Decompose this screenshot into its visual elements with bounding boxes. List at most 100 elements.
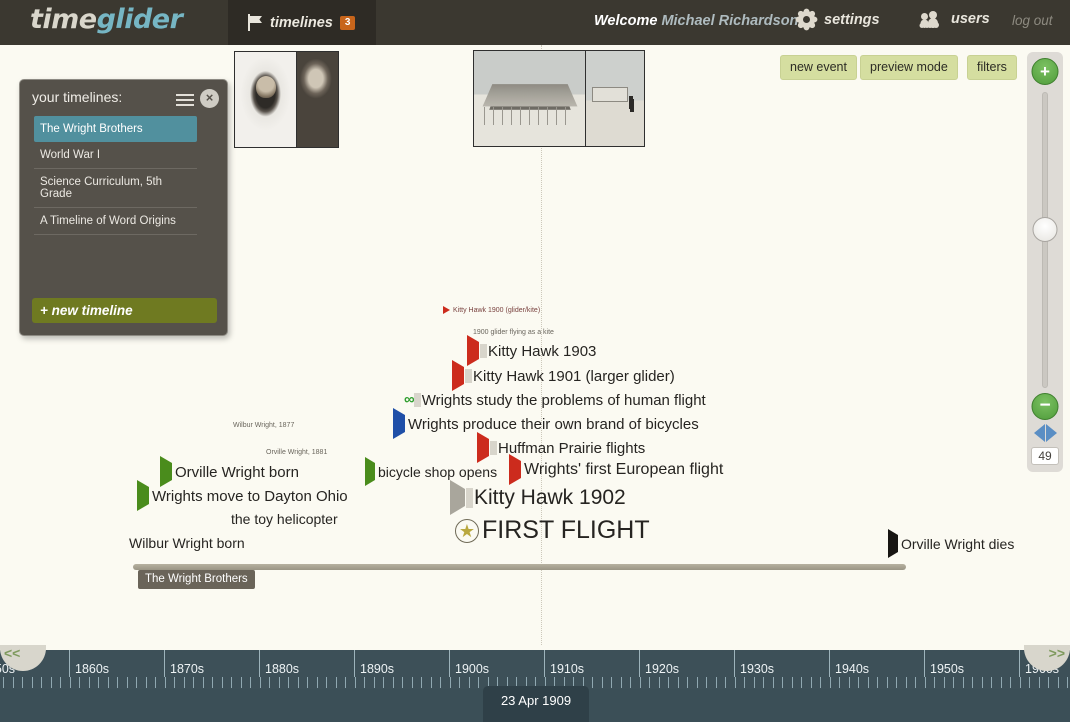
ruler-tick [136, 677, 137, 688]
nav-settings[interactable]: settings [798, 11, 880, 28]
timeline-event[interactable]: Kitty Hawk 1902 [450, 480, 626, 515]
timeline-event-label: Kitty Hawk 1903 [488, 342, 597, 360]
ruler-tick [754, 677, 755, 688]
ruler-tick [716, 677, 717, 688]
nav-users-label: users [951, 11, 990, 27]
close-icon[interactable]: × [200, 89, 219, 108]
ruler-tick [421, 677, 422, 688]
event-image-group-wright-portraits[interactable] [234, 51, 339, 148]
timeline-event[interactable]: ∞ Wrights study the problems of human fli… [404, 391, 706, 409]
ruler-tick [782, 677, 783, 688]
ruler-tick [640, 677, 641, 688]
timeline-event[interactable]: Wilbur Wright born [126, 535, 245, 551]
ruler-tick [108, 677, 109, 688]
app-logo[interactable]: timeglider [30, 4, 183, 35]
timeline-list-item[interactable]: Science Curriculum, 5th Grade [34, 169, 197, 208]
ruler-tick [982, 677, 983, 688]
ruler-tick [944, 677, 945, 688]
hamburger-menu-icon[interactable] [176, 94, 194, 106]
ruler-tick [345, 677, 346, 688]
ruler-tick [991, 677, 992, 688]
timeline-event[interactable]: Kitty Hawk 1901 (larger glider) [452, 360, 675, 391]
current-date-marker[interactable]: 23 Apr 1909 [483, 686, 589, 722]
timelines-list: The Wright Brothers World War I Science Cu… [34, 116, 197, 235]
zoom-slider-handle[interactable] [1032, 217, 1058, 242]
timeline-event[interactable]: the toy helicopter [228, 511, 338, 527]
ruler-tick [222, 677, 223, 688]
triangle-marker-icon [509, 454, 521, 485]
timeline-event[interactable]: Kitty Hawk 1903 [467, 335, 597, 366]
gear-icon [798, 11, 815, 28]
next-page-arrow[interactable]: >> [1049, 645, 1065, 661]
filters-button[interactable]: filters [967, 55, 1017, 80]
ruler-tick [89, 677, 90, 688]
ruler-tick [735, 677, 736, 688]
ruler-tick [127, 677, 128, 688]
timeline-event[interactable]: Wrights produce their own brand of bicyc… [393, 408, 699, 439]
ruler-tick [934, 677, 935, 688]
ruler-tick [763, 677, 764, 688]
ruler-tick [412, 677, 413, 688]
timeline-span-label[interactable]: The Wright Brothers [138, 570, 255, 589]
timeline-list-item[interactable]: A Timeline of Word Origins [34, 208, 197, 235]
ruler-tick [915, 677, 916, 688]
image-caption: Wilbur Wright, 1877 [233, 422, 295, 429]
timeline-list-item[interactable]: World War I [34, 142, 197, 169]
timeline-event-label: Wrights study the problems of human flig… [421, 391, 706, 409]
ruler-tick [184, 677, 185, 688]
ruler-tick [469, 677, 470, 688]
ruler-tick [450, 677, 451, 688]
ruler-tick [355, 677, 356, 688]
pan-left-icon[interactable] [1033, 424, 1045, 442]
ruler-decade-label: 1950s [924, 650, 964, 677]
ruler-tick [41, 677, 42, 688]
pan-right-icon[interactable] [1045, 424, 1057, 442]
ruler-tick [79, 677, 80, 688]
zoom-out-button[interactable]: − [1031, 393, 1059, 420]
timeline-event[interactable]: Orville Wright born [160, 456, 299, 487]
zoom-in-button[interactable]: + [1031, 58, 1059, 85]
timeline-event[interactable]: Wrights move to Dayton Ohio [137, 480, 348, 511]
timeline-event-small[interactable]: Kitty Hawk 1900 (glider/kite) [443, 306, 540, 314]
new-timeline-button[interactable]: + new timeline [32, 298, 217, 323]
ruler-tick [972, 677, 973, 688]
ruler-tick [478, 677, 479, 688]
triangle-marker-icon [160, 456, 172, 487]
ruler-tick [1029, 677, 1030, 688]
ruler-decade-label: 1880s [259, 650, 299, 677]
event-image-group-gliders[interactable] [473, 50, 645, 147]
logo-time: time [30, 4, 97, 35]
preview-mode-button[interactable]: preview mode [860, 55, 958, 80]
ruler-tick [203, 677, 204, 688]
timeline-event[interactable]: Huffman Prairie flights [477, 432, 645, 463]
ruler-tick [896, 677, 897, 688]
timeline-event[interactable]: bicycle shop opens [365, 457, 497, 486]
ruler-tick [630, 677, 631, 688]
triangle-marker-icon [450, 480, 465, 515]
ruler-tick [364, 677, 365, 688]
people-icon [920, 11, 942, 27]
ruler-tick [792, 677, 793, 688]
tab-timelines[interactable]: timelines 3 [228, 0, 376, 45]
portrait-image-wilbur [235, 52, 297, 147]
nav-users[interactable]: users [920, 11, 990, 27]
timeline-event[interactable]: Orville Wright dies [888, 529, 1014, 558]
timeline-event[interactable]: ★ FIRST FLIGHT [455, 516, 650, 545]
nav-logout[interactable]: log out [1012, 13, 1053, 28]
new-event-button[interactable]: new event [780, 55, 857, 80]
ruler-decade-label: 1860s [69, 650, 109, 677]
ruler-tick [678, 677, 679, 688]
image-caption: 1900 glider flying as a kite [473, 329, 554, 336]
timeline-event[interactable]: Wrights' first European flight [509, 454, 723, 485]
ruler-tick [250, 677, 251, 688]
ruler-tick [269, 677, 270, 688]
ruler-tick [317, 677, 318, 688]
ruler-tick [830, 677, 831, 688]
ruler-tick [1039, 677, 1040, 688]
ruler-tick [402, 677, 403, 688]
timeline-list-item[interactable]: The Wright Brothers [34, 116, 197, 142]
zoom-level-value[interactable]: 49 [1031, 447, 1059, 465]
pan-left-right-arrows[interactable] [1030, 424, 1060, 442]
ruler-decade-label: 1870s [164, 650, 204, 677]
prev-page-arrow[interactable]: << [4, 645, 20, 661]
